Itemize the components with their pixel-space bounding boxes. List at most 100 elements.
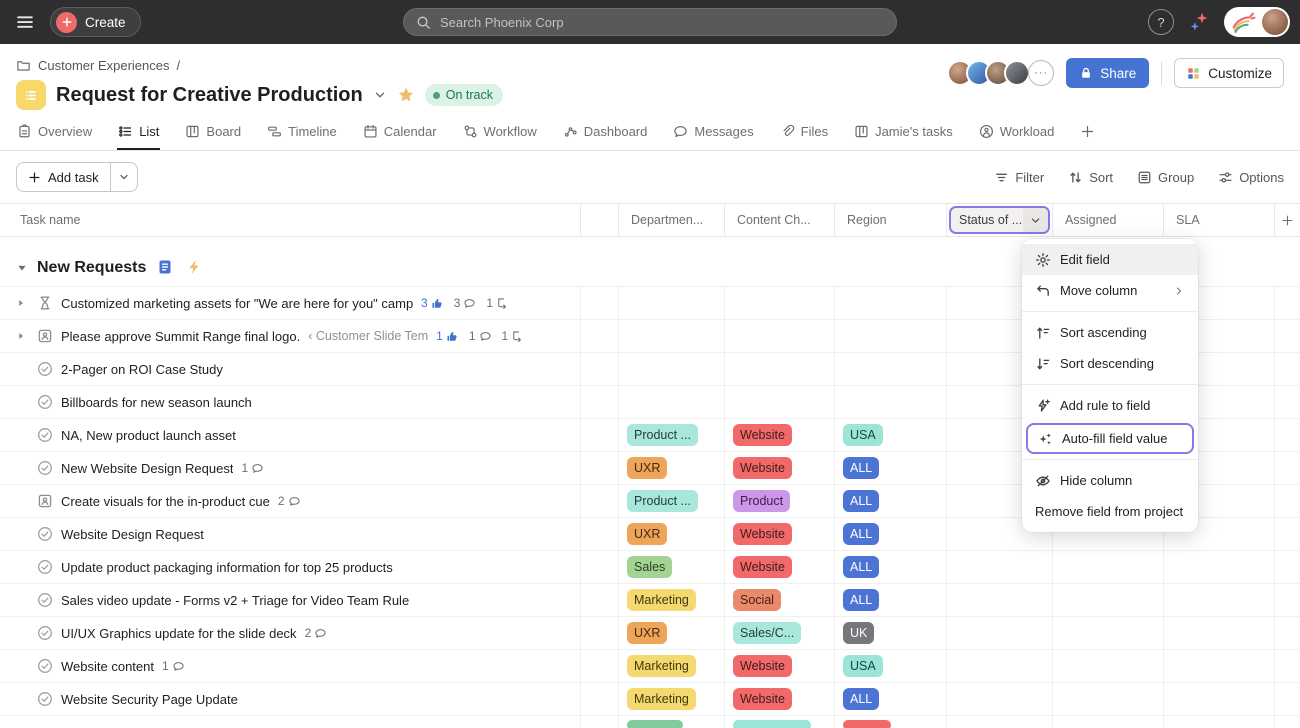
tab-files[interactable]: Files <box>779 120 829 150</box>
department-cell[interactable]: UXR <box>619 452 725 485</box>
content-channel-tag[interactable]: Product <box>733 490 790 513</box>
department-cell[interactable]: Marketing <box>619 650 725 683</box>
department-tag[interactable]: Marketing <box>627 589 696 612</box>
ai-sparkles-icon[interactable] <box>1188 11 1210 33</box>
sla-cell[interactable] <box>1164 584 1275 617</box>
tab-list[interactable]: List <box>117 120 160 150</box>
task-dependency-label[interactable]: ‹ Customer Slide Tem <box>308 329 428 343</box>
add-task-dropdown-button[interactable] <box>110 163 137 191</box>
check-circle-icon[interactable] <box>37 625 53 641</box>
status-cell[interactable] <box>947 716 1053 728</box>
status-cell[interactable] <box>947 683 1053 716</box>
hamburger-menu-icon[interactable] <box>14 11 36 33</box>
tab-messages[interactable]: Messages <box>672 120 754 150</box>
task-name-cell[interactable]: Website Design Request <box>0 518 581 551</box>
task-name-cell[interactable]: Customized marketing assets for "We are … <box>0 287 581 320</box>
region-cell[interactable]: USA <box>835 419 947 452</box>
task-name[interactable]: Website Design Request <box>61 527 204 542</box>
sort-button[interactable]: Sort <box>1068 170 1113 185</box>
task-name[interactable]: Create visuals for the in-product cue <box>61 494 270 509</box>
breadcrumb-link[interactable]: Customer Experiences <box>38 58 170 73</box>
comment-count[interactable]: 1 <box>162 659 185 673</box>
tab-add-view[interactable] <box>1079 120 1096 150</box>
content-channel-cell[interactable] <box>725 320 835 353</box>
task-name[interactable]: Website content <box>61 659 154 674</box>
section-rule-bolt-icon[interactable] <box>186 259 202 277</box>
content-channel-cell[interactable]: Website <box>725 419 835 452</box>
task-name[interactable]: NA, New product launch asset <box>61 428 236 443</box>
region-tag[interactable]: USA <box>843 655 883 678</box>
department-cell[interactable]: UXR <box>619 617 725 650</box>
region-cell[interactable]: ALL <box>835 551 947 584</box>
menu-item-sort-ascending[interactable]: Sort ascending <box>1022 317 1198 348</box>
department-tag[interactable]: UXR <box>627 457 667 480</box>
column-header-task-name[interactable]: Task name <box>0 204 581 236</box>
column-header-assigned[interactable]: Assigned <box>1053 204 1164 236</box>
task-name-cell[interactable]: Create visuals for the in-product cue 2 <box>0 485 581 518</box>
task-name[interactable]: New Website Design Request <box>61 461 233 476</box>
content-channel-tag[interactable]: Website <box>733 523 792 546</box>
content-channel-cell[interactable] <box>725 716 835 728</box>
comment-count[interactable]: 2 <box>278 494 301 508</box>
content-channel-tag[interactable] <box>733 720 811 728</box>
subtask-count[interactable]: 1 <box>502 329 525 343</box>
status-cell[interactable] <box>947 584 1053 617</box>
department-tag[interactable]: Sales <box>627 556 672 579</box>
task-name-cell[interactable]: New Website Design Request 1 <box>0 452 581 485</box>
approval-icon[interactable] <box>37 493 53 509</box>
task-name[interactable]: Customized marketing assets for "We are … <box>61 296 413 311</box>
member-avatars[interactable]: ··· <box>947 60 1054 86</box>
content-channel-tag[interactable]: Website <box>733 424 792 447</box>
region-tag[interactable]: ALL <box>843 688 879 711</box>
comment-count[interactable]: 1 <box>241 461 264 475</box>
tab-dashboard[interactable]: Dashboard <box>562 120 649 150</box>
tab-timeline[interactable]: Timeline <box>266 120 338 150</box>
region-cell[interactable] <box>835 287 947 320</box>
task-name-cell[interactable]: UI/UX Graphics update for the slide deck… <box>0 617 581 650</box>
task-name-cell[interactable] <box>0 716 581 728</box>
filter-button[interactable]: Filter <box>994 170 1044 185</box>
content-channel-tag[interactable]: Website <box>733 688 792 711</box>
like-count[interactable]: 3 <box>421 296 444 310</box>
sla-cell[interactable] <box>1164 683 1275 716</box>
content-channel-tag[interactable]: Website <box>733 457 792 480</box>
check-circle-icon[interactable] <box>37 658 53 674</box>
help-button[interactable]: ? <box>1148 9 1174 35</box>
content-channel-cell[interactable]: Website <box>725 683 835 716</box>
content-channel-cell[interactable]: Sales/C... <box>725 617 835 650</box>
content-channel-cell[interactable] <box>725 386 835 419</box>
menu-item-add-rule-to-field[interactable]: Add rule to field <box>1022 390 1198 421</box>
department-tag[interactable]: Marketing <box>627 655 696 678</box>
department-tag[interactable]: UXR <box>627 622 667 645</box>
status-cell[interactable] <box>947 650 1053 683</box>
content-channel-cell[interactable] <box>725 353 835 386</box>
menu-item-hide-column[interactable]: Hide column <box>1022 465 1198 496</box>
region-cell[interactable]: UK <box>835 617 947 650</box>
department-tag[interactable]: UXR <box>627 523 667 546</box>
department-cell[interactable] <box>619 386 725 419</box>
favorite-star-icon[interactable] <box>397 86 415 104</box>
content-channel-tag[interactable]: Website <box>733 556 792 579</box>
tab-calendar[interactable]: Calendar <box>362 120 438 150</box>
task-name[interactable]: Sales video update - Forms v2 + Triage f… <box>61 593 409 608</box>
add-column-button[interactable] <box>1275 204 1300 236</box>
region-cell[interactable] <box>835 386 947 419</box>
group-button[interactable]: Group <box>1137 170 1194 185</box>
like-count[interactable]: 1 <box>436 329 459 343</box>
department-cell[interactable]: Product ... <box>619 419 725 452</box>
region-cell[interactable] <box>835 353 947 386</box>
region-tag[interactable]: UK <box>843 622 874 645</box>
region-cell[interactable]: ALL <box>835 584 947 617</box>
check-circle-icon[interactable] <box>37 526 53 542</box>
check-circle-icon[interactable] <box>37 361 53 377</box>
task-name[interactable]: Website Security Page Update <box>61 692 238 707</box>
region-cell[interactable] <box>835 320 947 353</box>
account-avatar-button[interactable] <box>1224 7 1290 37</box>
task-name[interactable]: UI/UX Graphics update for the slide deck <box>61 626 297 641</box>
content-channel-tag[interactable]: Social <box>733 589 781 612</box>
tab-jamie-s-tasks[interactable]: Jamie's tasks <box>853 120 954 150</box>
assigned-cell[interactable] <box>1053 683 1164 716</box>
assigned-cell[interactable] <box>1053 716 1164 728</box>
department-cell[interactable]: Product ... <box>619 485 725 518</box>
region-tag[interactable]: ALL <box>843 457 879 480</box>
